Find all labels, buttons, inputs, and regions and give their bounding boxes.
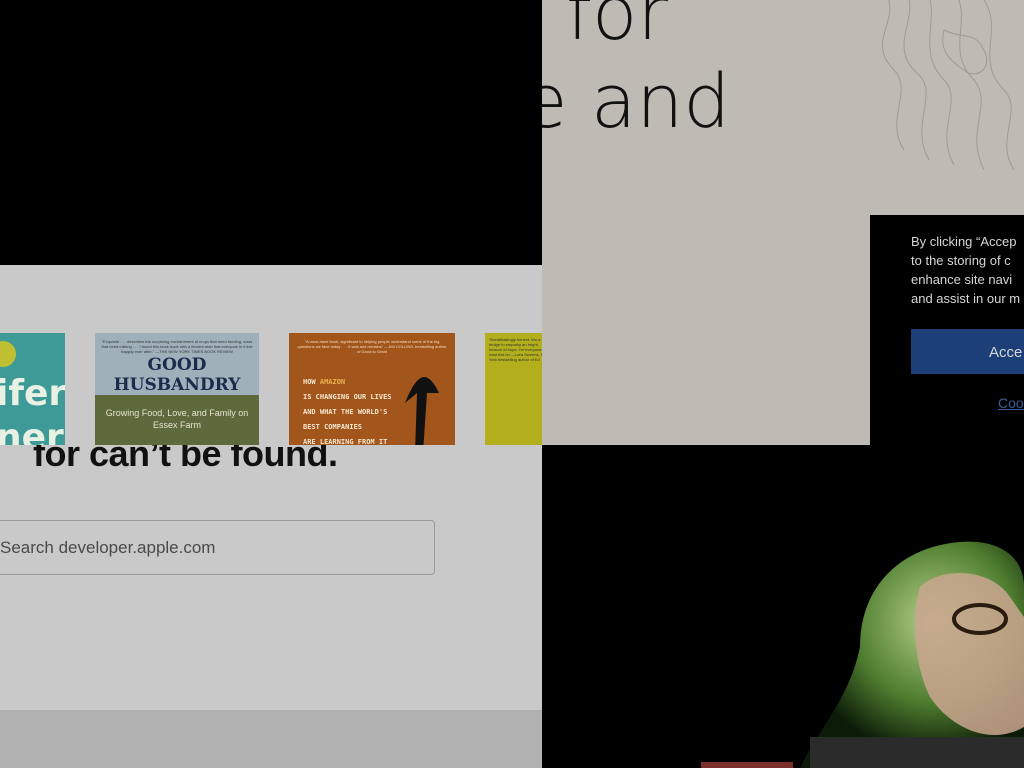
book-blurb: "Breathtakingly honest. Wu a bridge to e… — [489, 337, 542, 362]
hero-headline-line-1: for — [566, 0, 668, 57]
amazon-arrow-icon — [405, 377, 439, 445]
search-input[interactable] — [0, 521, 434, 574]
black-overlay-panel — [0, 0, 542, 265]
video-frame[interactable] — [542, 445, 1024, 768]
book-cover-1[interactable]: ifer ner — [0, 333, 65, 445]
book-cover-good-husbandry[interactable]: "Exquisite . . . describes the surprisin… — [95, 333, 259, 445]
cookie-text-line-3: enhance site navi — [911, 272, 1013, 287]
cookie-text-line-4: and assist in our m — [911, 291, 1021, 306]
hero-headline: for e and — [542, 0, 730, 146]
book-blurb: "A must-have book, significant to helpin… — [297, 339, 447, 354]
hero-headline-line-2: e and — [542, 59, 731, 145]
performer-image — [800, 541, 1024, 768]
live-badge — [701, 762, 793, 768]
cookie-text: By clicking “Accep to the storing of c e… — [911, 232, 1024, 308]
book-blurb: "Exquisite . . . describes the surprisin… — [101, 339, 253, 354]
book-title: GOOD HUSBANDRY — [113, 355, 241, 395]
book-cover-4[interactable]: "Breathtakingly honest. Wu a bridge to e… — [485, 333, 542, 445]
book-title-highlight: AMAZON — [319, 378, 346, 386]
accept-cookies-button[interactable]: Acce — [911, 329, 1024, 374]
cookie-settings-link[interactable]: Coo — [998, 395, 1024, 411]
book-title-fragment: ifer — [0, 373, 65, 414]
leaf-icon — [0, 341, 16, 367]
book-subtitle: Growing Food, Love, and Family on Essex … — [105, 408, 249, 430]
cookie-consent-banner: By clicking “Accep to the storing of c e… — [870, 215, 1024, 445]
cookie-text-line-2: to the storing of c — [911, 253, 1011, 268]
page-footer — [0, 710, 542, 768]
book-cover-amazon[interactable]: "A must-have book, significant to helpin… — [289, 333, 455, 445]
developer-404-page: for can’t be found. — [0, 265, 542, 768]
cookie-text-line-1: By clicking “Accep — [911, 234, 1017, 249]
book-title-fragment-2: ner — [0, 417, 64, 445]
topographic-pattern-icon — [882, 0, 1015, 170]
search-field[interactable] — [0, 520, 435, 575]
book-title-line-1-pre: HOW — [303, 378, 320, 386]
